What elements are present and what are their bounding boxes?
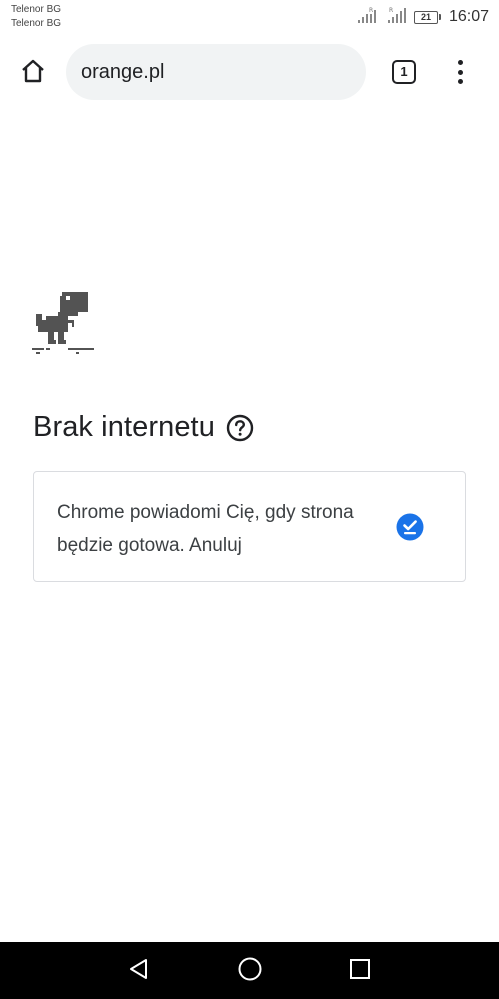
home-circle-icon <box>237 956 263 987</box>
menu-button[interactable] <box>448 58 472 86</box>
system-nav-bar <box>0 942 499 999</box>
back-button[interactable] <box>124 956 154 986</box>
url-text[interactable]: orange.pl <box>81 61 164 84</box>
status-bar: Telenor BG Telenor BG R R 21 16:07 <box>0 0 499 36</box>
carrier-name: Telenor BG <box>11 4 62 15</box>
screen: Telenor BG Telenor BG R R 21 16:07 orang… <box>0 0 499 999</box>
offline-dino-icon <box>32 290 96 359</box>
recents-square-icon <box>348 957 372 986</box>
svg-text:R: R <box>369 7 373 14</box>
home-icon <box>19 57 47 90</box>
error-heading: Brak internetu <box>33 411 254 444</box>
auto-fetch-notice: Chrome powiadomi Cię, gdy strona będzie … <box>33 471 466 582</box>
recents-button[interactable] <box>345 956 375 986</box>
url-bar[interactable]: orange.pl <box>66 44 366 100</box>
tab-count: 1 <box>392 60 416 84</box>
battery-icon: 21 <box>413 10 441 24</box>
carrier-name: Telenor BG <box>11 18 62 29</box>
status-indicators: R R 21 16:07 <box>356 6 489 28</box>
signal-icon: R <box>386 6 408 29</box>
error-title: Brak internetu <box>33 411 215 443</box>
tab-switcher-button[interactable]: 1 <box>390 58 418 86</box>
more-vert-icon <box>457 60 463 65</box>
battery-level: 21 <box>413 10 438 24</box>
back-triangle-icon <box>127 957 151 986</box>
carrier-list: Telenor BG Telenor BG <box>11 3 61 31</box>
svg-text:R: R <box>389 7 393 14</box>
browser-toolbar: orange.pl 1 <box>0 36 499 108</box>
help-circle-icon[interactable] <box>226 414 254 442</box>
nav-home-button[interactable] <box>235 956 265 986</box>
signal-icon: R <box>356 6 380 29</box>
clock: 16:07 <box>448 8 489 25</box>
check-circle-icon <box>396 513 424 541</box>
notice-text[interactable]: Chrome powiadomi Cię, gdy strona będzie … <box>57 496 357 562</box>
home-button[interactable] <box>14 54 52 92</box>
